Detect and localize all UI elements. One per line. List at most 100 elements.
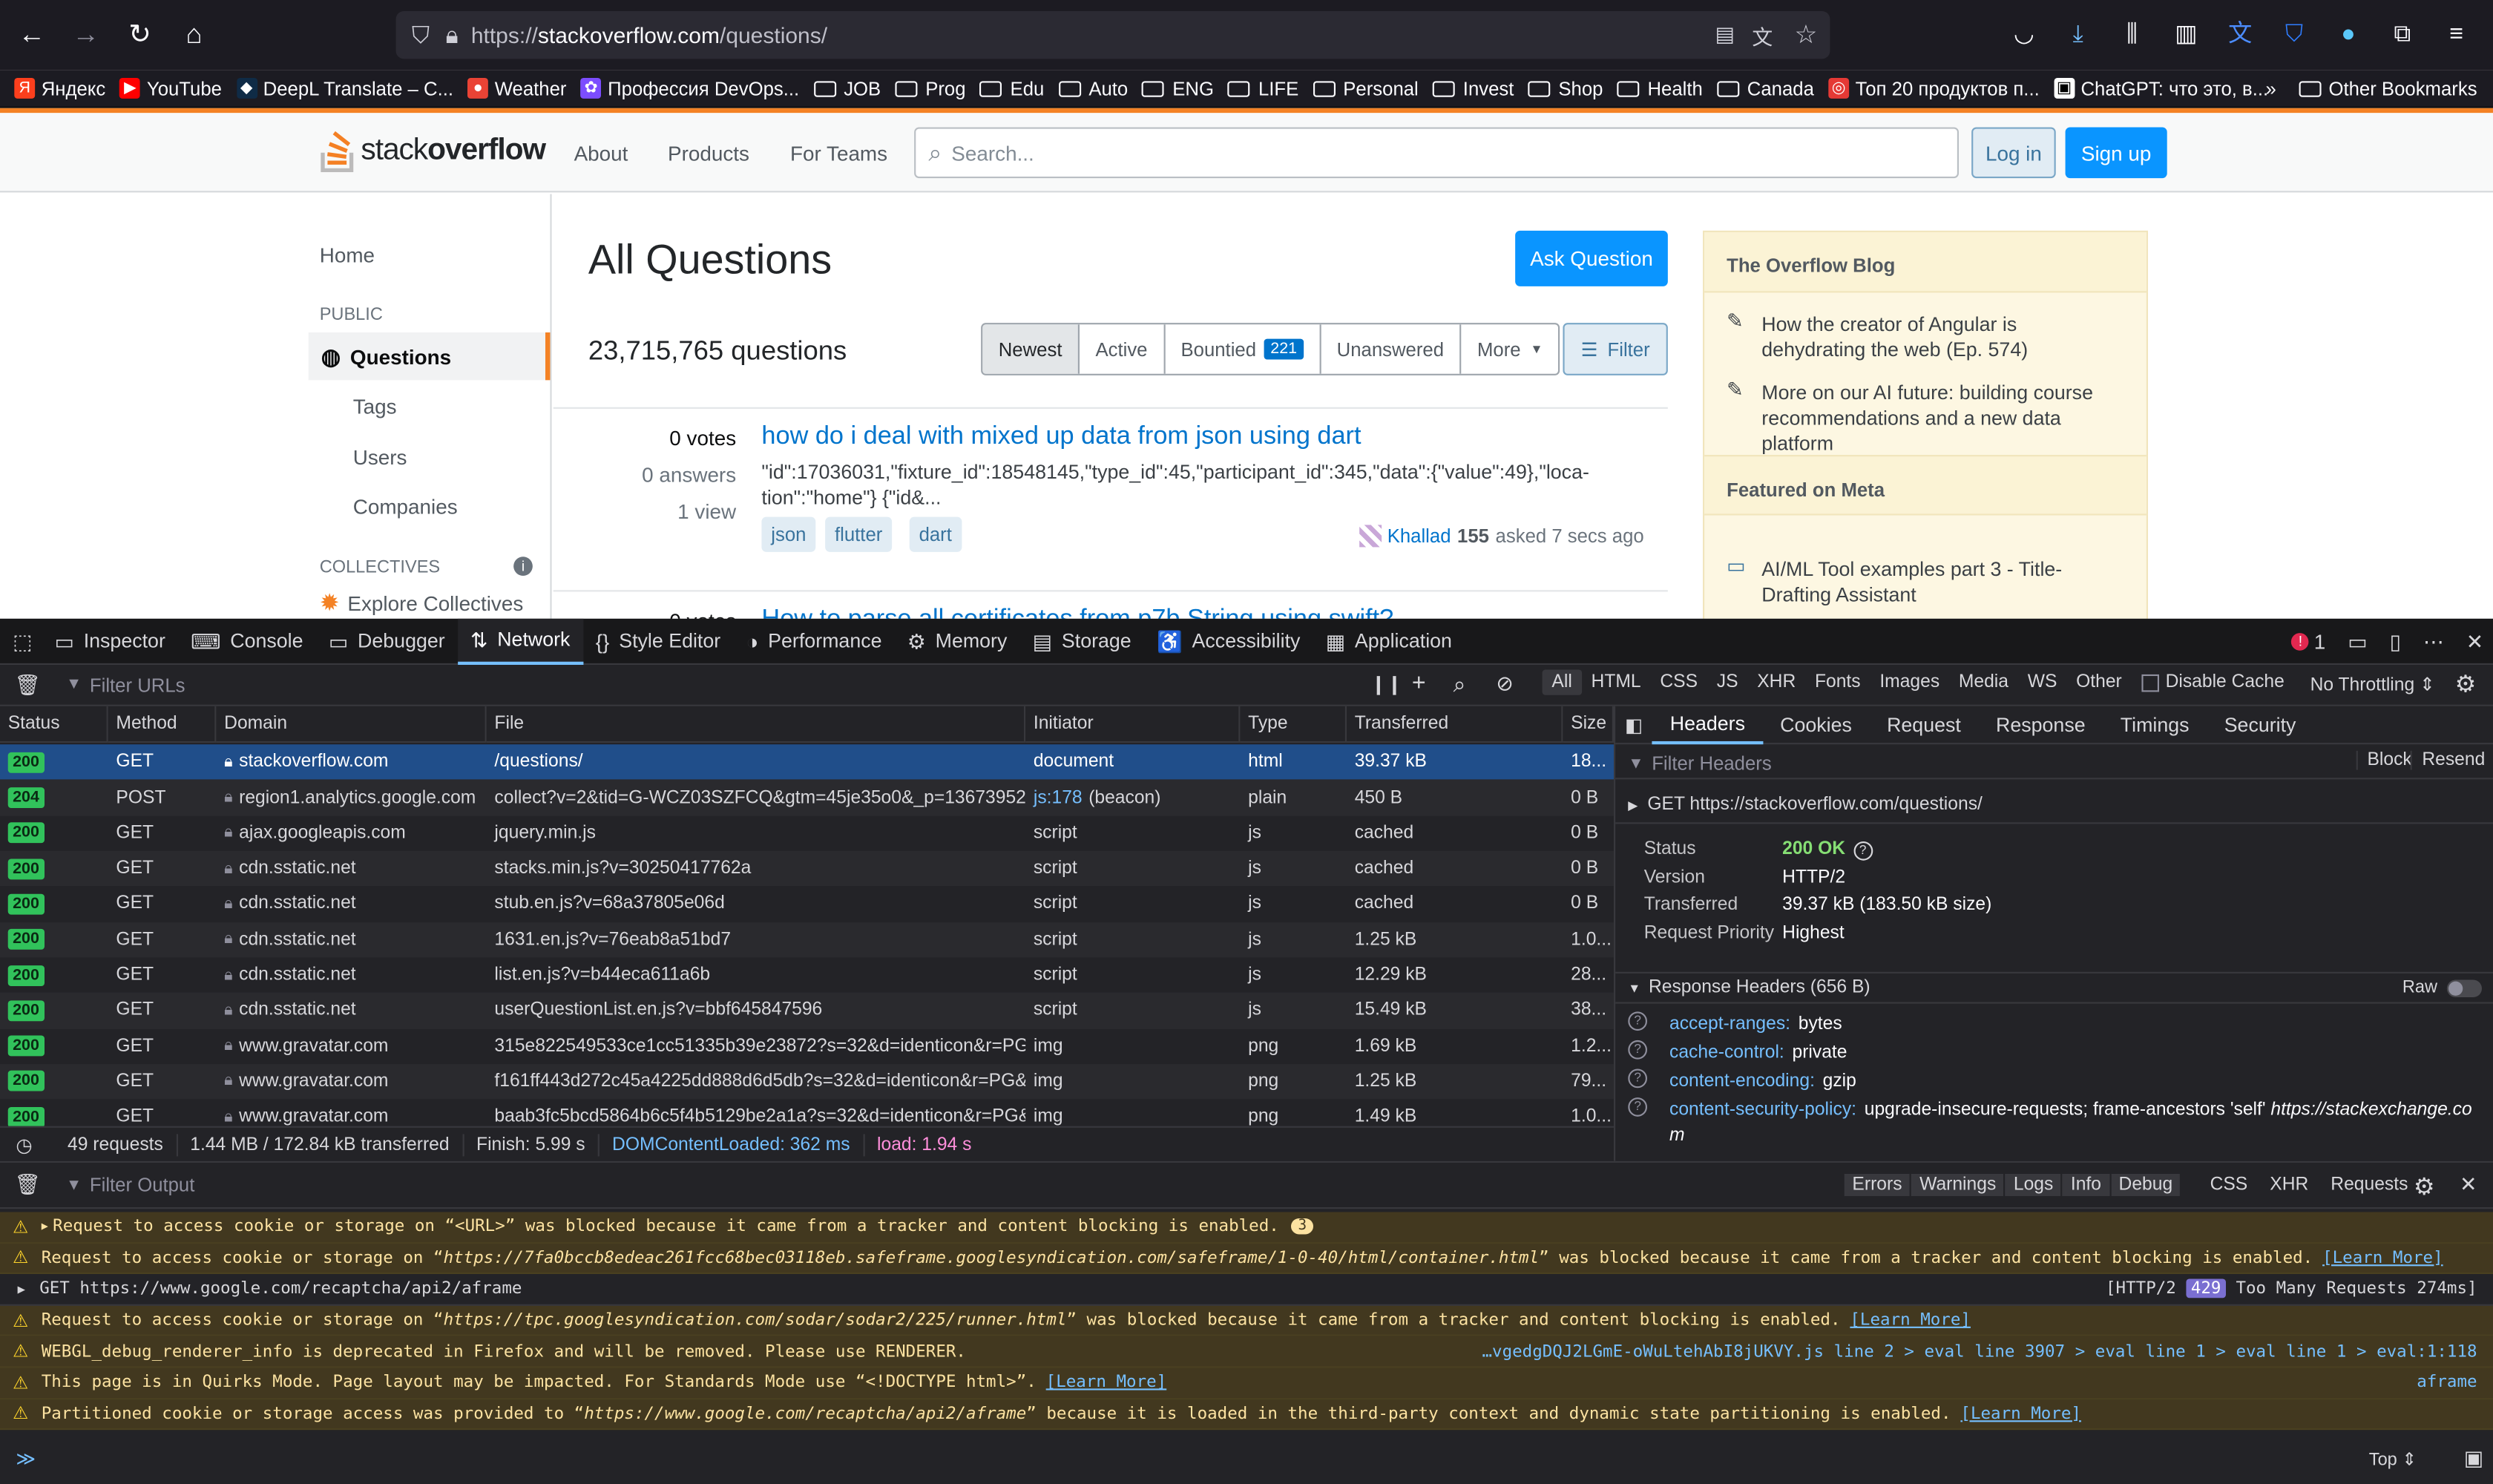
learn-more-link[interactable]: [Learn More] (1046, 1373, 1167, 1392)
column-header-file[interactable]: File (486, 706, 1026, 743)
tab-more[interactable]: More ▼ (1462, 324, 1559, 373)
request-row[interactable]: 200 GET 🔒︎ ajax.googleapis.com jquery.min.js… (0, 815, 1614, 851)
bookmark-item[interactable]: ENG (1142, 77, 1214, 99)
request-row[interactable]: 204 POST 🔒︎ region1.analytics.google.com col… (0, 780, 1614, 816)
tab-active[interactable]: Active (1080, 324, 1166, 374)
error-count-badge[interactable]: ! 1 (2291, 630, 2325, 654)
type-filter-js[interactable]: JS (1707, 669, 1747, 695)
block-button[interactable]: Block (2356, 750, 2412, 770)
column-header-status[interactable]: Status (0, 706, 108, 743)
column-header-size[interactable]: Size (1563, 706, 1614, 743)
tab-memory[interactable]: ⚙ Memory (895, 618, 1020, 664)
bookmark-item[interactable]: Personal (1313, 77, 1419, 99)
tab-inspector[interactable]: ▭ Inspector (42, 618, 178, 664)
bookmark-item[interactable]: Edu (979, 77, 1044, 99)
tab-performance[interactable]: ◑ Performance (733, 618, 894, 664)
help-icon[interactable]: ? (1628, 1068, 1647, 1089)
tab-style-editor[interactable]: {} Style Editor (583, 618, 734, 664)
warning-message[interactable]: ⚠ ▶ Request to access cookie or storage on… (0, 1212, 2493, 1244)
chevrons-icon[interactable]: » (2265, 78, 2276, 100)
level-info[interactable]: Info (2063, 1173, 2109, 1197)
type-filter-fonts[interactable]: Fonts (1805, 669, 1870, 695)
close-devtools-icon[interactable]: ✕ (2466, 629, 2483, 654)
console-filter-xhr[interactable]: XHR (2270, 1175, 2308, 1195)
tag-json[interactable]: json (761, 516, 816, 552)
blog-item[interactable]: ✎ More on our AI future: building course … (1727, 380, 2124, 456)
bookmark-item[interactable]: Prog (895, 77, 966, 99)
disable-cache-checkbox[interactable]: Disable Cache (2141, 673, 2285, 692)
help-icon[interactable]: ? (1628, 1040, 1647, 1060)
sidebar-item-questions[interactable]: ◍ Questions (308, 332, 551, 381)
user-link[interactable]: Khallad (1387, 525, 1451, 547)
pocket-icon[interactable]: ◡ (2000, 13, 2048, 57)
details-tab-security[interactable]: Security (2207, 706, 2313, 743)
bookmark-item[interactable]: Health (1617, 77, 1703, 99)
message-source-link[interactable]: …vgedgDQJ2LGmE-oWuLtehAbI8jUKVY.js line … (1482, 1342, 2477, 1361)
throttling-select[interactable]: No Throttling ⇕ (2310, 673, 2435, 695)
avatar[interactable] (1359, 525, 1382, 548)
bookmark-item[interactable]: ● Weather (467, 77, 566, 99)
tag-dart[interactable]: dart (909, 516, 962, 552)
blog-item[interactable]: ✎ How the creator of Angular is dehydrati… (1727, 312, 2124, 363)
reader-view-icon[interactable]: ▤ (1715, 22, 1735, 47)
warning-message[interactable]: ⚠ WEBGL_debug_renderer_info is deprecated… (0, 1336, 2493, 1368)
search-icon[interactable]: ⌕ (1454, 672, 1466, 698)
site-logo[interactable]: stackoverflow (320, 129, 546, 174)
question-title[interactable]: how do i deal with mixed up data from js… (761, 423, 1361, 452)
column-header-transferred[interactable]: Transferred (1347, 706, 1563, 743)
type-filter-ws[interactable]: WS (2018, 669, 2066, 695)
type-filter-images[interactable]: Images (1870, 669, 1949, 695)
filter-button[interactable]: ☰ Filter (1563, 323, 1668, 375)
question-title[interactable]: How to parse all certificates from p7b S… (761, 606, 1393, 619)
nav-products[interactable]: Products (668, 142, 749, 165)
tab-network[interactable]: ⇅ Network (457, 617, 583, 664)
request-line[interactable]: ▶ GET https://stackoverflow.com/questions… (1628, 795, 1983, 815)
warning-message[interactable]: ⚠ Partitioned cookie or storage access wa… (0, 1399, 2493, 1431)
bookmark-item[interactable]: LIFE (1228, 77, 1298, 99)
filter-output-input[interactable]: ▼ Filter Output (66, 1174, 194, 1196)
console-settings-icon[interactable]: ⚙ (2414, 1172, 2435, 1201)
bookmark-item[interactable]: Auto (1058, 77, 1128, 99)
lock-icon[interactable]: 🔒︎ (446, 22, 459, 48)
resend-button[interactable]: Resend (2411, 750, 2485, 770)
filter-headers-input[interactable]: ▼ Filter Headers (1628, 752, 1771, 775)
tab-unanswered[interactable]: Unanswered (1321, 324, 1462, 374)
level-warnings[interactable]: Warnings (1911, 1173, 2005, 1197)
sidebar-item-users[interactable]: Users (353, 445, 407, 469)
tag-flutter[interactable]: flutter (825, 516, 893, 552)
bookmark-item[interactable]: Invest (1433, 77, 1514, 99)
element-picker-icon[interactable]: ⬚ (0, 618, 42, 664)
vpn-extension-icon[interactable]: ⛉ (2270, 13, 2318, 57)
bookmark-star-icon[interactable]: ☆ (1795, 19, 1818, 51)
clear-console-icon[interactable]: 🗑︎ (14, 1172, 40, 1198)
bookmark-item[interactable]: ▶ YouTube (119, 77, 222, 99)
nav-about[interactable]: About (574, 142, 628, 165)
context-select[interactable]: Top ⇕ (2369, 1449, 2417, 1470)
details-tab-timings[interactable]: Timings (2103, 706, 2207, 743)
column-header-type[interactable]: Type (1240, 706, 1347, 743)
tab-newest[interactable]: Newest (982, 324, 1080, 374)
sidebar-item-home[interactable]: Home (320, 243, 375, 267)
details-tab-cookies[interactable]: Cookies (1763, 706, 1870, 743)
details-tab-request[interactable]: Request (1869, 706, 1978, 743)
menu-icon[interactable]: ≡ (2433, 13, 2480, 57)
bookmark-item[interactable]: JOB (813, 77, 881, 99)
column-header-domain[interactable]: Domain (216, 706, 487, 743)
tab-bountied[interactable]: Bountied 221 (1165, 324, 1321, 374)
request-row[interactable]: 200 GET 🔒︎ cdn.sstatic.net stacks.min.js?v=3… (0, 850, 1614, 887)
toggle-sidebar-icon[interactable]: ◧ (1625, 713, 1643, 735)
other-bookmarks[interactable]: » Other Bookmarks (2265, 78, 2477, 100)
response-header-row[interactable]: ? content-security-policy: upgrade-insecur… (1628, 1097, 2480, 1149)
request-row[interactable]: 200 GET 🔒︎ cdn.sstatic.net userQuestionList.… (0, 992, 1614, 1029)
extensions-icon[interactable]: ⧉ (2379, 13, 2426, 57)
tab-storage[interactable]: ▤ Storage (1020, 618, 1144, 664)
more-options-icon[interactable]: ⋯ (2423, 629, 2444, 654)
type-filter-xhr[interactable]: XHR (1747, 669, 1805, 695)
response-headers-section[interactable]: ▼ Response Headers (656 B) Raw (1615, 971, 2493, 1004)
column-header-method[interactable]: Method (108, 706, 217, 743)
network-log-row[interactable]: ▶ GET https://www.google.com/recaptcha/ap… (0, 1274, 2493, 1306)
shield-icon[interactable]: ⛉ (412, 22, 430, 48)
url-text[interactable]: https://stackoverflow.com/questions/ (471, 22, 827, 47)
learn-more-link[interactable]: [Learn More] (1960, 1404, 2081, 1423)
response-header-row[interactable]: ? cache-control: private (1628, 1040, 2480, 1066)
